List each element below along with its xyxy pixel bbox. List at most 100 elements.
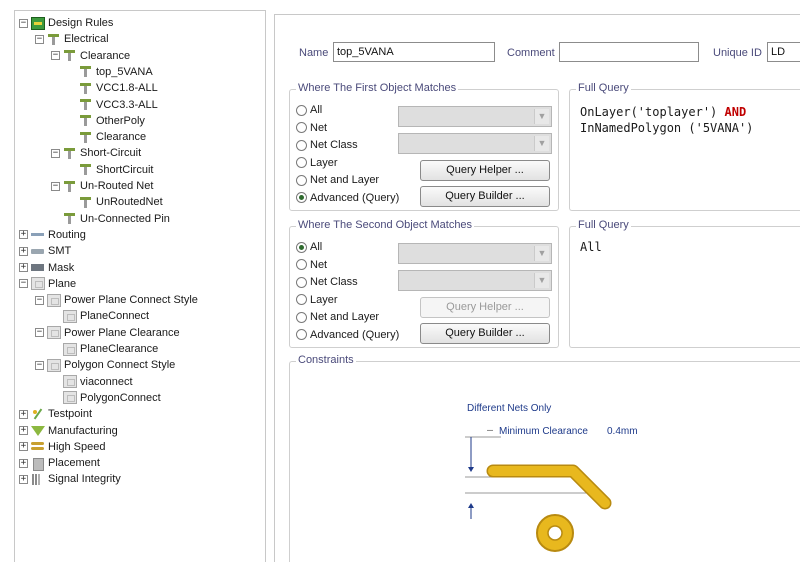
collapse-icon[interactable]: − (19, 279, 28, 289)
second-radio-option[interactable]: Advanced (Query) (296, 329, 399, 341)
collapse-icon[interactable]: − (35, 360, 44, 370)
tree-item[interactable]: + High Speed (19, 439, 106, 455)
second-query-text[interactable]: All (580, 239, 602, 255)
tree-item[interactable]: − Polygon Connect Style (35, 357, 175, 373)
comment-field[interactable] (559, 42, 699, 62)
radio-button-icon[interactable] (296, 192, 307, 203)
expand-icon[interactable]: + (19, 442, 28, 452)
tree-item[interactable]: viaconnect (63, 374, 133, 390)
radio-button-icon[interactable] (296, 311, 307, 323)
radio-label: Layer (310, 156, 338, 169)
pad-hole (547, 525, 563, 541)
collapse-icon[interactable]: − (35, 34, 44, 44)
first-query-line2: InNamedPolygon ('5VANA') (580, 121, 754, 135)
tree-item[interactable]: PlaneClearance (63, 341, 158, 357)
tree-item[interactable]: − Plane (19, 276, 76, 292)
tree-item[interactable]: PlaneConnect (63, 308, 149, 324)
collapse-icon[interactable]: − (51, 51, 60, 61)
collapse-icon[interactable]: − (19, 18, 28, 28)
unique-id-field[interactable]: LD (767, 42, 800, 62)
collapse-icon[interactable]: − (51, 181, 60, 191)
tree-item[interactable]: − Clearance (51, 48, 130, 64)
first-radio-option[interactable]: Net (296, 122, 327, 134)
first-radio-option[interactable]: Layer (296, 157, 338, 169)
tree-item[interactable]: ShortCircuit (79, 162, 153, 178)
tree-item[interactable]: − Power Plane Connect Style (35, 292, 198, 308)
expand-icon[interactable]: + (19, 426, 28, 435)
second-query-builder-button[interactable]: Query Builder ... (420, 323, 550, 344)
first-radio-option[interactable]: All (296, 104, 322, 116)
tree-item[interactable]: + Testpoint (19, 406, 92, 422)
tree-item[interactable]: + Manufacturing (19, 423, 118, 439)
radio-button-icon[interactable] (296, 294, 307, 305)
radio-label: Net Class (310, 276, 358, 288)
radio-button-icon[interactable] (296, 104, 307, 116)
radio-button-icon[interactable] (296, 157, 307, 168)
tree-item[interactable]: OtherPoly (79, 113, 145, 129)
expand-icon[interactable]: + (19, 246, 28, 256)
radio-label: Advanced (Query) (310, 191, 400, 204)
collapse-icon[interactable]: − (35, 295, 44, 305)
first-full-query-title: Full Query (576, 82, 631, 94)
tree-item[interactable]: UnRoutedNet (79, 194, 163, 210)
plane-icon (63, 309, 77, 323)
radio-button-icon[interactable] (296, 276, 307, 288)
tree-item[interactable]: + Signal Integrity (19, 471, 121, 487)
design-rules-icon (31, 16, 45, 30)
tree-item[interactable]: top_5VANA (79, 64, 153, 80)
collapse-icon[interactable]: − (35, 328, 44, 338)
expand-icon[interactable]: + (19, 474, 28, 484)
radio-button-icon[interactable] (296, 174, 307, 186)
name-field[interactable]: top_5VANA (333, 42, 495, 62)
radio-button-icon[interactable] (296, 139, 307, 151)
second-netclass-combo[interactable]: ▼ (398, 270, 552, 291)
radio-label: Net and Layer (310, 174, 380, 186)
min-clearance-value[interactable]: 0.4mm (607, 426, 638, 437)
first-query-text[interactable]: OnLayer('toplayer') AND InNamedPolygon (… (580, 104, 753, 136)
collapse-icon[interactable]: − (51, 148, 60, 158)
tree-item[interactable]: − Short-Circuit (51, 145, 141, 161)
tree-item[interactable]: VCC3.3-ALL (79, 97, 158, 113)
first-object-title: Where The First Object Matches (296, 82, 459, 94)
second-query-helper-button[interactable]: Query Helper ... (420, 297, 550, 318)
tree-item[interactable]: + Routing (19, 227, 86, 243)
high-speed-icon (31, 440, 45, 453)
first-net-combo[interactable]: ▼ (398, 106, 552, 127)
tree-item[interactable]: + Placement (19, 455, 100, 471)
radio-button-icon[interactable] (296, 241, 307, 253)
first-radio-option[interactable]: Net Class (296, 139, 358, 151)
first-radio-option[interactable]: Net and Layer (296, 174, 379, 186)
rule-icon (63, 147, 77, 160)
radio-button-icon[interactable] (296, 329, 307, 340)
tree-item[interactable]: VCC1.8-ALL (79, 80, 158, 96)
tree-item[interactable]: − Design Rules (19, 15, 113, 31)
tree-item[interactable]: Un-Connected Pin (63, 211, 170, 227)
tree-item[interactable]: + Mask (19, 260, 74, 276)
expand-icon[interactable]: + (19, 263, 28, 272)
second-radio-option[interactable]: Net and Layer (296, 311, 379, 323)
radio-button-icon[interactable] (296, 122, 307, 133)
first-netclass-combo[interactable]: ▼ (398, 133, 552, 154)
expand-icon[interactable]: + (19, 230, 28, 240)
second-net-combo[interactable]: ▼ (398, 243, 552, 264)
tree-item[interactable]: PolygonConnect (63, 390, 161, 406)
second-radio-option[interactable]: Net (296, 259, 327, 271)
tree-item[interactable]: + SMT (19, 243, 71, 259)
second-radio-option[interactable]: All (296, 241, 322, 253)
second-full-query-title: Full Query (576, 219, 631, 231)
first-radio-option[interactable]: Advanced (Query) (296, 192, 399, 204)
tree-item[interactable]: − Un-Routed Net (51, 178, 153, 194)
second-radio-option[interactable]: Layer (296, 294, 338, 306)
rule-icon (79, 98, 93, 111)
expand-icon[interactable]: + (19, 458, 28, 468)
expand-icon[interactable]: + (19, 409, 28, 419)
second-radio-option[interactable]: Net Class (296, 276, 358, 288)
first-query-builder-button[interactable]: Query Builder ... (420, 186, 550, 207)
radio-button-icon[interactable] (296, 259, 307, 270)
tree-item[interactable]: − Power Plane Clearance (35, 325, 180, 341)
tree-item[interactable]: Clearance (79, 129, 146, 145)
design-rules-tree[interactable]: − Design Rules − Electrical − Clearance top_5V… (14, 10, 266, 562)
tree-item[interactable]: − Electrical (35, 31, 109, 47)
name-label: Name (299, 47, 329, 59)
first-query-helper-button[interactable]: Query Helper ... (420, 160, 550, 181)
